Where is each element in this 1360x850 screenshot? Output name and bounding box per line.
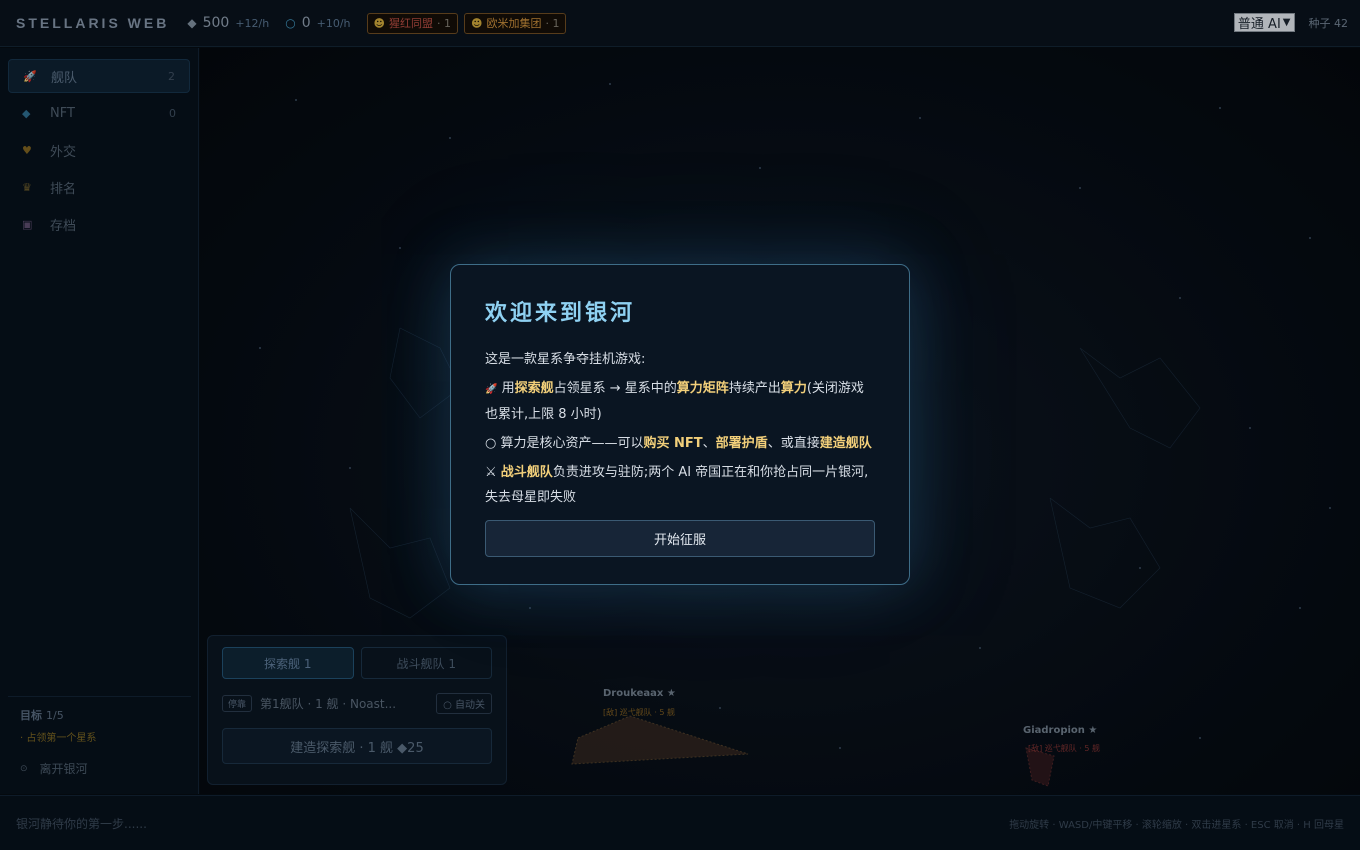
text: 、或直接 [767, 436, 820, 451]
text: 、 [702, 436, 716, 451]
dialog-line-explore: 🚀 用探索舰占领星系 → 星系中的算力矩阵持续产出算力(关闭游戏也累计,上限 8… [485, 376, 875, 427]
dialog-intro: 这是一款星系争夺挂机游戏: [485, 352, 646, 367]
highlight-compute: 算力 [780, 381, 807, 396]
highlight-battle-fleet: 战斗舰队 [500, 465, 553, 480]
highlight-explorer: 探索舰 [514, 381, 554, 396]
highlight-build-fleet: 建造舰队 [819, 436, 872, 451]
dialog-line-compute: ○ 算力是核心资产——可以购买 NFT、部署护盾、或直接建造舰队 [485, 431, 875, 456]
welcome-dialog: 欢迎来到银河 这是一款星系争夺挂机游戏: 🚀 用探索舰占领星系 → 星系中的算力… [450, 264, 910, 585]
highlight-buy-nft: 购买 NFT [643, 436, 703, 451]
rocket-icon: 🚀 [485, 384, 498, 395]
highlight-shield: 部署护盾 [715, 436, 768, 451]
dialog-title: 欢迎来到银河 [485, 301, 636, 326]
text: 算力是核心资产——可以 [500, 436, 644, 451]
highlight-matrix: 算力矩阵 [676, 381, 729, 396]
text: 用 [501, 381, 515, 396]
dialog-line-battle: ⚔ 战斗舰队负责进攻与驻防;两个 AI 帝国正在和你抢占同一片银河,失去母星即失… [485, 460, 875, 510]
text: 占领星系 → 星系中的 [553, 381, 677, 396]
crossed-swords-icon: ⚔ [485, 465, 497, 480]
text: 持续产出 [728, 381, 781, 396]
ring-icon: ○ [485, 436, 497, 451]
start-conquest-button[interactable]: 开始征服 [485, 520, 875, 557]
dialog-body: 这是一款星系争夺挂机游戏: 🚀 用探索舰占领星系 → 星系中的算力矩阵持续产出算… [485, 347, 875, 510]
